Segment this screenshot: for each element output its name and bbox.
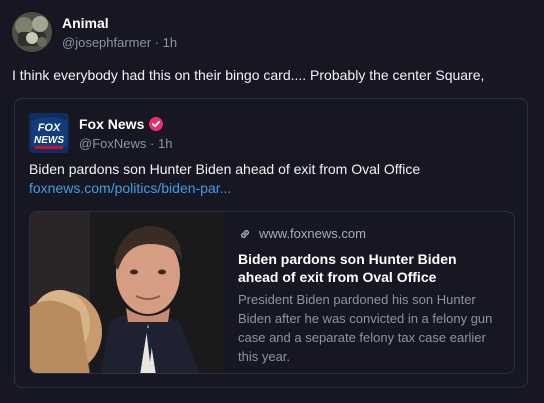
thumbnail-image bbox=[30, 212, 224, 373]
post: Animal @josephfarmer · 1h I think everyb… bbox=[0, 0, 544, 403]
quoted-link[interactable]: foxnews.com/politics/biden-par... bbox=[29, 179, 231, 197]
logo-text-top: FOX bbox=[38, 122, 61, 134]
link-preview-card[interactable]: www.foxnews.com Biden pardons son Hunter… bbox=[29, 211, 515, 374]
author-handle-line: @josephfarmer · 1h bbox=[62, 34, 177, 52]
quoted-author[interactable]: FOX NEWS Fox News @FoxNews · 1h bbox=[29, 113, 172, 153]
link-icon bbox=[238, 227, 252, 241]
fox-news-logo-graphic: FOX NEWS bbox=[29, 113, 69, 153]
link-description: President Biden pardoned his son Hunter … bbox=[238, 292, 493, 364]
post-age[interactable]: 1h bbox=[163, 35, 177, 50]
quoted-text: Biden pardons son Hunter Biden ahead of … bbox=[29, 161, 421, 177]
meta-separator: · bbox=[154, 35, 160, 50]
link-thumbnail bbox=[30, 212, 224, 373]
avatar-image bbox=[12, 12, 52, 52]
quoted-handle[interactable]: @FoxNews bbox=[79, 136, 146, 151]
logo-text-bottom: NEWS bbox=[34, 135, 64, 146]
link-info: www.foxnews.com Biden pardons son Hunter… bbox=[238, 226, 500, 366]
avatar[interactable] bbox=[12, 12, 52, 52]
quoted-handle-line: @FoxNews · 1h bbox=[79, 135, 172, 153]
post-text: I think everybody had this on their bing… bbox=[12, 67, 485, 83]
author-handle[interactable]: @josephfarmer bbox=[62, 35, 151, 50]
author-display-name[interactable]: Animal bbox=[62, 14, 177, 32]
verified-badge-icon bbox=[149, 117, 164, 131]
link-domain-row: www.foxnews.com bbox=[238, 226, 500, 242]
quoted-meta-separator: · bbox=[150, 136, 155, 151]
quoted-age[interactable]: 1h bbox=[158, 136, 172, 151]
quote-card[interactable]: FOX NEWS Fox News @FoxNews · 1h Biden pa… bbox=[14, 98, 528, 388]
post-author[interactable]: Animal @josephfarmer · 1h bbox=[12, 12, 177, 52]
link-title: Biden pardons son Hunter Biden ahead of … bbox=[238, 251, 457, 285]
fox-news-logo[interactable]: FOX NEWS bbox=[29, 113, 69, 153]
quoted-display-name[interactable]: Fox News bbox=[79, 115, 144, 133]
link-domain: www.foxnews.com bbox=[259, 226, 366, 241]
